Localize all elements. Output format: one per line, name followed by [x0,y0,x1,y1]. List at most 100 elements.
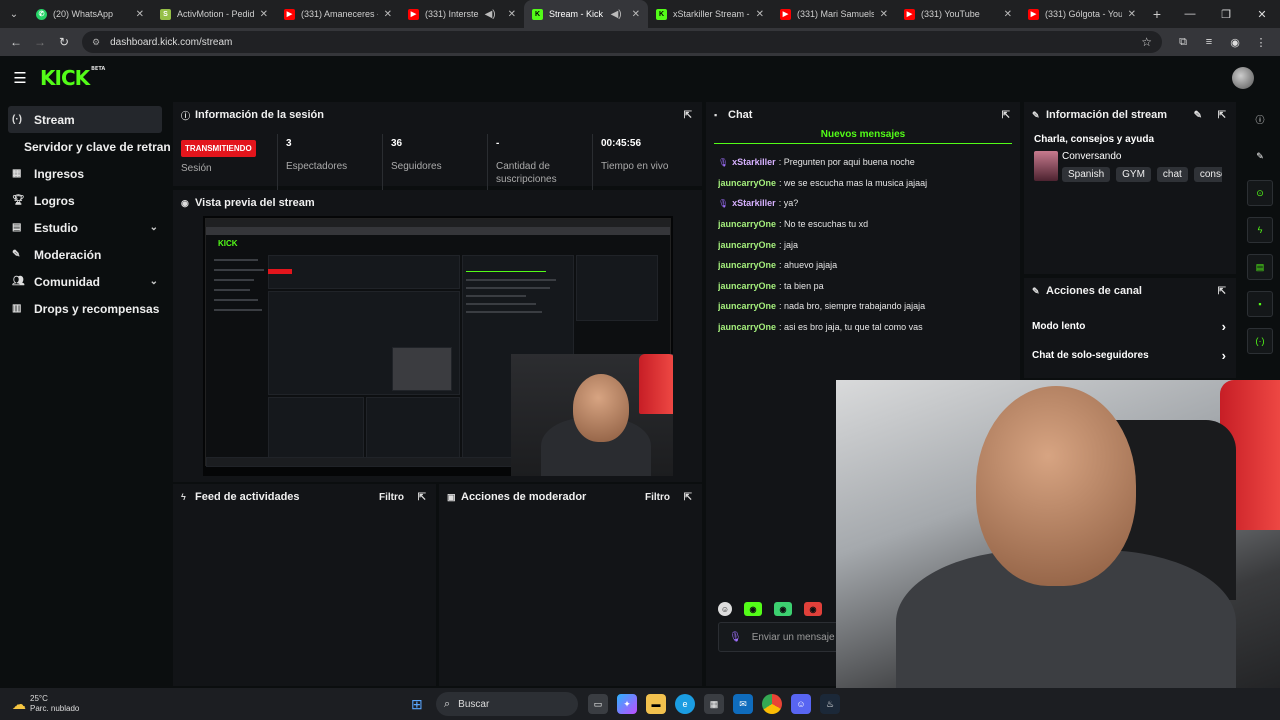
chat-username[interactable]: xStarkiller [732,157,776,167]
edit-pencil-icon[interactable]: ✎ [1247,143,1273,169]
sidebar-item-logros[interactable]: 🏆︎ Logros [0,187,170,214]
chat-username[interactable]: jauncarryOne [718,219,776,229]
chat-username[interactable]: jauncarryOne [718,260,776,270]
media-control-icon[interactable]: ≡ [1196,36,1222,49]
chat-message: jauncarryOne: nada bro, siempre trabajan… [718,301,926,312]
close-icon[interactable]: ✕ [880,9,888,20]
forward-icon[interactable]: → [28,35,52,49]
browser-tab[interactable]: ▶ (331) Gólgota - YouT ✕ [1020,0,1144,28]
filter-button[interactable]: Filtro [645,492,670,503]
sidebar-item-comunidad[interactable]: 👥︎ Comunidad ⌄ [0,268,170,295]
discord-icon[interactable]: ☺ [791,694,811,714]
popout-icon[interactable]: ⇱ [684,110,692,121]
popout-icon[interactable]: ⇱ [684,492,692,503]
speaker-icon[interactable]: ◀) [611,9,622,20]
store-icon[interactable]: ▦ [704,694,724,714]
emote-icon[interactable]: ◉ [744,602,762,616]
new-tab-icon[interactable]: + [1144,6,1170,22]
close-icon[interactable]: ✕ [632,9,640,20]
menu-icon[interactable]: ☰ [0,69,40,87]
close-window-icon[interactable]: ✕ [1244,0,1280,28]
close-icon[interactable]: ✕ [1128,9,1136,20]
close-icon[interactable]: ✕ [260,9,268,20]
stream-preview-video[interactable]: KICK [203,216,673,476]
chat-message: jauncarryOne: No te escuchas tu xd [718,219,869,230]
sidebar-item-ingresos[interactable]: ▦ Ingresos [0,160,170,187]
chat-username[interactable]: jauncarryOne [718,178,776,188]
speaker-icon[interactable]: ◀) [485,9,496,20]
weather-widget[interactable]: ☁ 25°C Parc. nublado [12,694,79,714]
moderation-icon[interactable]: ▤ [1247,254,1273,280]
chat-username[interactable]: jauncarryOne [718,322,776,332]
popout-icon[interactable]: ⇱ [418,492,426,503]
browser-tab[interactable]: SActivMotion - Pedidos✕ [152,0,276,28]
sidebar-item-moderacion[interactable]: ✎ Moderación [0,241,170,268]
steam-icon[interactable]: ♨ [820,694,840,714]
action-slow-mode[interactable]: Modo lento › [1024,312,1236,341]
kick-logo[interactable]: KICK BETA [40,66,105,90]
browser-tab[interactable]: ▶(331) Mari Samuelsen✕ [772,0,896,28]
chat-username[interactable]: xStarkiller [732,198,776,208]
sidebar-item-stream[interactable]: (·) Stream [8,106,162,133]
new-messages-divider[interactable]: Nuevos mensajes [714,128,1012,144]
popout-icon[interactable]: ⇱ [1218,286,1226,297]
mail-icon[interactable]: ✉ [733,694,753,714]
close-icon[interactable]: ✕ [1004,9,1012,20]
close-icon[interactable]: ✕ [508,9,516,20]
site-info-icon[interactable]: ⚙ [92,37,100,48]
task-view-icon[interactable]: ▭ [588,694,608,714]
chat-username[interactable]: jauncarryOne [718,301,776,311]
close-icon[interactable]: ✕ [384,9,392,20]
chevron-right-icon: › [1221,319,1226,334]
lightning-icon[interactable]: ϟ [1247,217,1273,243]
taskbar-search[interactable]: ⌕ Buscar [436,692,578,716]
browser-tab[interactable]: ▶(331) Interstellar◀)✕ [400,0,524,28]
browser-tab-active[interactable]: KStream - Kick Da◀)✕ [524,0,648,28]
chat-icon[interactable]: ▪ [1247,291,1273,317]
sidebar-item-drops[interactable]: ▥ Drops y recompensas [0,295,170,322]
edit-pencil-icon[interactable]: ✎ [1194,110,1202,121]
preview-icon: ◉ [181,197,189,208]
file-explorer-icon[interactable]: ▬ [646,694,666,714]
action-followers-only[interactable]: Chat de solo-seguidores › [1024,341,1236,370]
back-icon[interactable]: ← [4,35,28,49]
profile-icon[interactable]: ◉ [1222,36,1248,49]
extensions-icon[interactable]: ⧉ [1170,36,1196,49]
filter-button[interactable]: Filtro [379,492,404,503]
info-icon[interactable]: ⓘ [1247,106,1273,132]
session-stats: TRANSMITIENDO Sesión 3 Espectadores 36 Segu… [173,134,702,192]
sidebar-item-server-key[interactable]: Servidor y clave de retransmisión [0,133,170,160]
sidebar-item-estudio[interactable]: ▤ Estudio ⌄ [0,214,170,241]
windows-start-icon[interactable]: ⊞ [411,696,423,713]
emote-icon[interactable]: ☺ [718,602,732,616]
bookmark-star-icon[interactable]: ☆ [1141,35,1152,49]
close-icon[interactable]: ✕ [756,9,764,20]
user-avatar[interactable] [1232,67,1254,89]
minimize-icon[interactable]: — [1172,0,1208,28]
url-text: dashboard.kick.com/stream [110,36,233,48]
browser-menu-icon[interactable]: ⋮ [1248,36,1274,49]
window-controls: — ❐ ✕ [1172,0,1280,28]
clip-icon[interactable]: ⊙ [1247,180,1273,206]
emote-icon[interactable]: ◉ [774,602,792,616]
restore-icon[interactable]: ❐ [1208,0,1244,28]
edge-icon[interactable]: e [675,694,695,714]
url-field[interactable]: ⚙ dashboard.kick.com/stream ☆ [82,31,1162,53]
chevron-down-icon: ⌄ [149,222,158,233]
tab-search-icon[interactable]: ⌄ [0,0,28,28]
browser-tab[interactable]: ▶(331) Amaneceres - Y✕ [276,0,400,28]
chat-username[interactable]: jauncarryOne [718,240,776,250]
emote-icon[interactable]: ◉ [804,602,822,616]
browser-tab[interactable]: KxStarkiller Stream - V ✕ [648,0,772,28]
broadcast-icon[interactable]: (·) [1247,328,1273,354]
browser-tab[interactable]: ▶ (331) YouTube ✕ [896,0,1020,28]
copilot-icon[interactable]: ✦ [617,694,637,714]
popout-icon[interactable]: ⇱ [1002,110,1010,121]
live-badge-mini [268,269,292,274]
popout-icon[interactable]: ⇱ [1218,110,1226,121]
browser-tab[interactable]: ✆ (20) WhatsApp ✕ [28,0,152,28]
chrome-icon[interactable] [762,694,782,714]
reload-icon[interactable]: ↻ [52,35,76,49]
chat-username[interactable]: jauncarryOne [718,281,776,291]
close-icon[interactable]: ✕ [136,9,144,20]
